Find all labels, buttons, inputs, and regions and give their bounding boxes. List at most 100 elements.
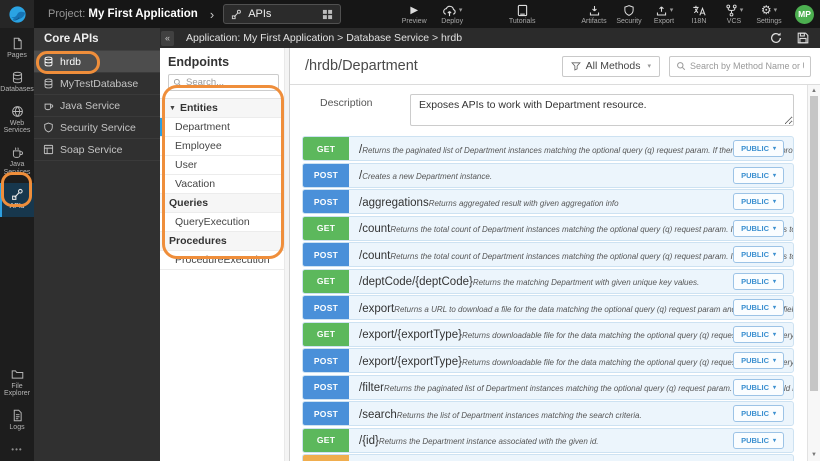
api-row[interactable]: GET /countReturns the total count of Dep… — [302, 215, 794, 241]
filter-icon — [570, 62, 581, 71]
globe-icon — [11, 105, 23, 117]
endpoints-search-input[interactable] — [186, 77, 274, 88]
tree-item-label: ProcedureExecution — [175, 254, 270, 266]
access-dropdown[interactable]: PUBLIC ▾ — [733, 431, 784, 449]
topbar-left-actions: ▶ Preview ▾ Deploy Tutorials — [399, 3, 537, 25]
access-dropdown[interactable]: PUBLIC ▾ — [733, 352, 784, 369]
save-icon[interactable] — [796, 31, 810, 45]
method-search-input[interactable] — [690, 61, 804, 71]
apis-workspace-tab[interactable]: APIs — [223, 4, 342, 24]
api-description: Creates a new Department instance. — [362, 172, 493, 182]
tree-item-procedureexecution[interactable]: ProcedureExecution — [160, 251, 289, 270]
tab-label: APIs — [248, 8, 272, 20]
tree-item-employee[interactable]: Employee — [160, 137, 289, 156]
rail-item-apis[interactable]: APIs — [0, 182, 34, 217]
method-badge: POST — [303, 375, 349, 399]
caret-down-icon: ▾ — [458, 7, 463, 14]
project-label: Project: — [48, 8, 86, 20]
play-icon: ▶ — [410, 4, 419, 16]
tutorials-button[interactable]: Tutorials — [507, 3, 537, 25]
access-dropdown[interactable]: PUBLIC ▾ — [733, 219, 784, 237]
caret-down-icon: ▾ — [772, 172, 776, 179]
refresh-icon[interactable] — [769, 31, 783, 45]
tree-group-procedures[interactable]: Procedures — [160, 232, 289, 251]
tree-group-queries[interactable]: Queries — [160, 194, 289, 213]
core-item-label: Java Service — [60, 99, 121, 112]
export-button[interactable]: ▾ Export — [649, 3, 679, 25]
access-dropdown[interactable]: PUBLIC ▾ — [733, 272, 784, 290]
api-row[interactable]: GET /{id}Returns the Department instance… — [302, 427, 794, 453]
rail-item-java-services[interactable]: Java Services — [0, 141, 34, 183]
api-row[interactable]: POST /Creates a new Department instance.… — [302, 162, 794, 188]
rail-item-databases[interactable]: Databases — [0, 66, 34, 100]
core-item-java-service[interactable]: Java Service — [34, 95, 160, 117]
api-row[interactable]: GET /deptCode/{deptCode}Returns the matc… — [302, 268, 794, 294]
access-dropdown[interactable]: PUBLIC ▾ — [733, 299, 784, 316]
access-dropdown[interactable]: PUBLIC ▾ — [733, 140, 784, 157]
access-dropdown[interactable]: PUBLIC ▾ — [733, 246, 784, 263]
vcs-button[interactable]: ▾ VCS — [719, 3, 749, 25]
rail-item-logs[interactable]: Logs — [0, 404, 34, 438]
access-dropdown[interactable]: PUBLIC ▾ — [733, 166, 784, 184]
tree-item-user[interactable]: User — [160, 156, 289, 175]
rail-item-file-explorer[interactable]: File Explorer — [0, 363, 34, 405]
methods-filter-dropdown[interactable]: All Methods ▾ — [561, 55, 660, 77]
rail-item-web-services[interactable]: Web Services — [0, 100, 34, 142]
breadcrumb-bar: « Application: My First Application > Da… — [160, 28, 820, 48]
api-row[interactable]: GET /export/{exportType}Returns download… — [302, 321, 794, 347]
preview-button[interactable]: ▶ Preview — [399, 3, 429, 26]
access-dropdown[interactable]: PUBLIC ▾ — [733, 325, 784, 343]
page-icon — [13, 37, 22, 50]
api-row-partial[interactable]: PUT — [302, 454, 794, 461]
tree-item-department[interactable]: Department — [160, 118, 289, 137]
scroll-up-icon[interactable]: ▲ — [808, 86, 820, 96]
access-value: PUBLIC — [741, 223, 769, 233]
core-item-soap-service[interactable]: Soap Service — [34, 139, 160, 161]
settings-button[interactable]: ⚙ ▾ Settings — [754, 3, 784, 25]
api-row[interactable]: POST /countReturns the total count of De… — [302, 242, 794, 267]
endpoints-search[interactable] — [168, 74, 279, 91]
collapse-panel-button[interactable]: « — [161, 30, 174, 46]
deploy-button[interactable]: ▾ Deploy — [437, 3, 467, 25]
tree-item-vacation[interactable]: Vacation — [160, 175, 289, 194]
scrollbar-thumb[interactable] — [810, 96, 818, 391]
api-row[interactable]: POST /filterReturns the paginated list o… — [302, 374, 794, 400]
wavemaker-logo[interactable] — [0, 0, 34, 28]
api-row[interactable]: POST /aggregationsReturns aggregated res… — [302, 189, 794, 214]
artifacts-button[interactable]: Artifacts — [579, 3, 609, 25]
tree-group-entities[interactable]: ▼ Entities — [160, 99, 289, 118]
core-item-mytestdatabase[interactable]: MyTestDatabase — [34, 73, 160, 95]
access-value: PUBLIC — [741, 435, 769, 445]
method-badge: POST — [303, 243, 349, 266]
access-dropdown[interactable]: PUBLIC ▾ — [733, 193, 784, 210]
user-avatar[interactable]: MP — [795, 4, 814, 24]
more-options-icon[interactable]: ••• — [0, 438, 34, 461]
api-icon — [11, 188, 23, 200]
core-item-security-service[interactable]: Security Service — [34, 117, 160, 139]
caret-down-icon: ▾ — [647, 63, 651, 70]
rail-label: File Explorer — [3, 382, 31, 398]
api-row[interactable]: POST /export/{exportType}Returns downloa… — [302, 348, 794, 373]
api-row[interactable]: POST /exportReturns a URL to download a … — [302, 295, 794, 320]
api-row[interactable]: POST /searchReturns the list of Departme… — [302, 401, 794, 426]
tree-group-label: Entities — [179, 102, 218, 114]
translate-icon — [693, 5, 706, 15]
api-row[interactable]: GET /Returns the paginated list of Depar… — [302, 136, 794, 161]
book-icon — [517, 4, 527, 16]
method-search[interactable] — [669, 55, 811, 77]
access-dropdown[interactable]: PUBLIC ▾ — [733, 405, 784, 422]
folder-icon — [11, 369, 23, 379]
gear-icon: ⚙ — [760, 3, 772, 17]
tree-item-queryexecution[interactable]: QueryExecution — [160, 213, 289, 232]
core-item-hrdb[interactable]: hrdb — [34, 51, 160, 73]
access-dropdown[interactable]: PUBLIC ▾ — [733, 378, 784, 396]
endpoints-scroll-gutter[interactable] — [284, 48, 289, 461]
security-button[interactable]: Security — [614, 3, 644, 25]
description-textarea[interactable]: Exposes APIs to work with Department res… — [410, 94, 794, 126]
tree-caret-icon: ▼ — [169, 104, 176, 112]
grid-icon[interactable] — [322, 9, 333, 20]
scroll-down-icon[interactable]: ▼ — [808, 450, 820, 460]
i18n-button[interactable]: I18N — [684, 3, 714, 25]
rail-item-pages[interactable]: Pages — [0, 32, 34, 66]
vertical-scrollbar[interactable]: ▲ ▼ — [807, 85, 820, 461]
